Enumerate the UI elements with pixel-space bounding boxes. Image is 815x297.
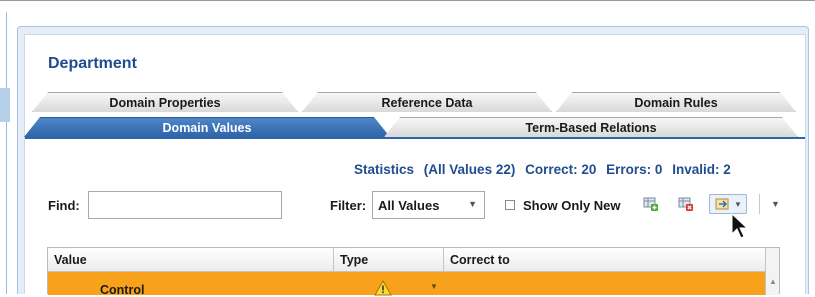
column-header-value[interactable]: Value xyxy=(54,253,87,267)
tab-underline xyxy=(25,137,805,139)
cell-value: Control xyxy=(100,283,145,297)
column-header-correct-to[interactable]: Correct to xyxy=(450,253,510,267)
tab-domain-rules[interactable]: Domain Rules xyxy=(556,92,796,112)
statistics-all-values: (All Values 22) xyxy=(423,162,516,177)
column-header-type[interactable]: Type xyxy=(340,253,368,267)
page-title: Department xyxy=(48,55,137,72)
filter-select[interactable]: All Values ▼ xyxy=(372,191,485,219)
tab-label: Domain Values xyxy=(162,120,252,135)
tab-reference-data[interactable]: Reference Data xyxy=(302,92,552,112)
tab-label: Term-Based Relations xyxy=(525,120,657,135)
chevron-down-icon[interactable]: ▼ xyxy=(430,282,438,291)
left-collapse-bar[interactable] xyxy=(0,88,10,122)
chevron-down-icon: ▼ xyxy=(468,199,477,209)
left-border xyxy=(6,12,7,294)
show-only-new-checkbox[interactable] xyxy=(505,200,515,210)
more-options-icon[interactable]: ▼ xyxy=(771,199,780,209)
statistics-correct: Correct: 20 xyxy=(525,162,597,177)
tab-domain-properties[interactable]: Domain Properties xyxy=(32,92,298,112)
import-values-button[interactable]: ▼ xyxy=(709,194,747,214)
mouse-pointer-icon xyxy=(731,212,749,239)
find-label: Find: xyxy=(48,198,80,213)
tab-term-based-relations[interactable]: Term-Based Relations xyxy=(384,117,798,137)
add-value-icon xyxy=(643,197,658,211)
delete-value-button[interactable] xyxy=(676,194,696,214)
tab-label: Domain Rules xyxy=(634,95,718,110)
table-row[interactable]: Control ▼ xyxy=(48,272,765,297)
delete-value-icon xyxy=(678,197,693,211)
statistics-errors: Errors: 0 xyxy=(606,162,663,177)
add-value-button[interactable] xyxy=(641,194,661,214)
vertical-scrollbar[interactable]: ▲ xyxy=(765,248,779,295)
statistics-label: Statistics xyxy=(354,162,415,177)
statistics-invalid: Invalid: 2 xyxy=(672,162,731,177)
statistics-bar: Statistics (All Values 22) Correct: 20 E… xyxy=(354,162,737,177)
domain-values-grid: Value Type Correct to Control ▼ ▲ xyxy=(47,247,780,297)
tab-domain-values[interactable]: Domain Values xyxy=(24,117,390,137)
grid-header: Value Type Correct to xyxy=(48,248,765,272)
tab-label: Reference Data xyxy=(381,95,473,110)
scroll-up-icon[interactable]: ▲ xyxy=(769,277,777,286)
import-values-icon xyxy=(715,198,729,210)
tab-label: Domain Properties xyxy=(109,95,221,110)
show-only-new-label: Show Only New xyxy=(523,198,621,213)
filter-value: All Values xyxy=(378,198,440,213)
find-input[interactable] xyxy=(88,191,282,219)
filter-label: Filter: xyxy=(330,198,367,213)
chevron-down-icon: ▼ xyxy=(734,199,742,209)
toolbar-divider xyxy=(759,194,760,214)
